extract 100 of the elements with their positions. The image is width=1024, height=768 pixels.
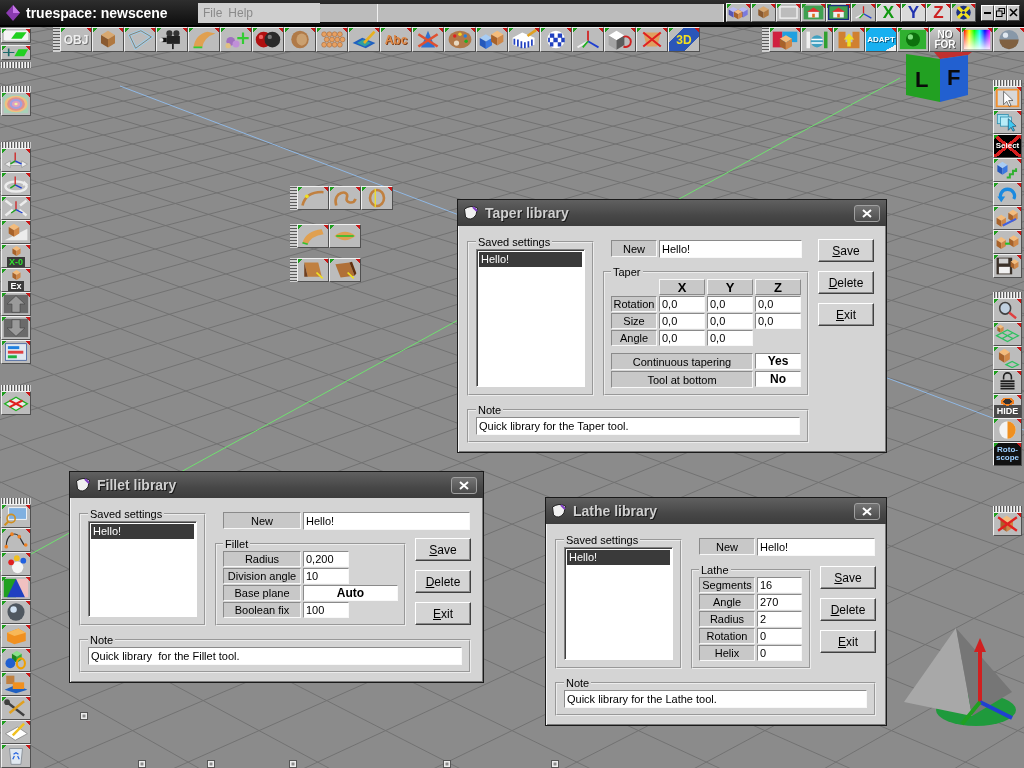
tool-button[interactable] <box>1 391 31 415</box>
tool-button[interactable] <box>444 27 476 52</box>
value-field[interactable]: 0,0 <box>755 296 801 312</box>
save-button[interactable]: Save <box>820 566 876 589</box>
toggle-button[interactable]: Yes <box>755 353 801 369</box>
tool-button[interactable] <box>993 206 1022 230</box>
delete-button[interactable]: Delete <box>820 598 876 621</box>
tool-button[interactable] <box>316 27 348 52</box>
drag-handle[interactable] <box>53 27 60 52</box>
tool-button[interactable] <box>1 316 31 340</box>
tool-button[interactable] <box>993 322 1022 346</box>
value-field[interactable]: 0 <box>757 645 802 661</box>
tool-button[interactable] <box>329 186 361 210</box>
value-field[interactable]: 270 <box>757 594 802 610</box>
tool-button[interactable] <box>1 600 31 624</box>
tool-button[interactable] <box>993 346 1022 370</box>
value-field[interactable]: 10 <box>303 568 349 584</box>
tool-button[interactable] <box>993 298 1022 322</box>
tool-button[interactable] <box>993 370 1022 394</box>
list-item[interactable]: Hello! <box>567 550 670 565</box>
value-field[interactable]: 100 <box>303 602 349 618</box>
value-field[interactable]: 0,0 <box>707 330 753 346</box>
tool-button[interactable]: Z <box>926 3 951 22</box>
tool-button[interactable] <box>1 720 31 744</box>
tool-button[interactable] <box>1 696 31 720</box>
value-field[interactable]: 16 <box>757 577 802 593</box>
tool-button[interactable] <box>993 158 1022 182</box>
value-field[interactable]: 2 <box>757 611 802 627</box>
tool-button[interactable] <box>751 3 776 22</box>
choice-button[interactable]: Auto <box>303 585 398 601</box>
tool-button[interactable] <box>1 624 31 648</box>
value-field[interactable]: 0,0 <box>707 313 753 329</box>
tool-button[interactable] <box>993 86 1022 110</box>
tool-button[interactable] <box>897 27 929 52</box>
drag-handle[interactable] <box>1 86 31 92</box>
drag-handle[interactable] <box>290 224 297 248</box>
value-field[interactable]: 0,200 <box>303 551 349 567</box>
tool-button[interactable] <box>1 552 31 576</box>
drag-handle[interactable] <box>1 142 31 148</box>
tool-button[interactable] <box>156 27 188 52</box>
tool-button[interactable]: 3D <box>668 27 700 52</box>
tool-button[interactable] <box>540 27 572 52</box>
value-field[interactable]: 0,0 <box>707 296 753 312</box>
tool-button[interactable] <box>993 182 1022 206</box>
drag-handle[interactable] <box>993 506 1022 512</box>
value-field[interactable]: 0,0 <box>755 313 801 329</box>
tool-button[interactable] <box>1 504 31 528</box>
name-field[interactable]: Hello! <box>757 538 875 556</box>
tool-button[interactable] <box>776 3 801 22</box>
name-field[interactable]: Hello! <box>303 512 470 530</box>
tool-button[interactable] <box>1 220 31 244</box>
value-field[interactable]: 0 <box>757 628 802 644</box>
tool-button[interactable] <box>993 418 1022 442</box>
drag-handle[interactable] <box>290 258 297 282</box>
close-button[interactable] <box>854 204 880 222</box>
tool-button[interactable] <box>826 3 851 22</box>
restore-button[interactable] <box>994 4 1007 21</box>
tool-button[interactable] <box>769 27 801 52</box>
tool-button[interactable] <box>1 148 31 172</box>
exit-button[interactable]: Exit <box>820 630 876 653</box>
note-field[interactable]: Quick library for the Fillet tool. <box>88 647 462 665</box>
tool-button[interactable] <box>1 292 31 316</box>
tool-button[interactable] <box>92 27 124 52</box>
tool-button[interactable] <box>851 3 876 22</box>
tool-button[interactable] <box>1 672 31 696</box>
tool-button[interactable] <box>993 254 1022 278</box>
tool-button[interactable] <box>1 744 31 768</box>
drag-handle[interactable] <box>1 62 31 68</box>
value-field[interactable]: 0,0 <box>659 296 705 312</box>
tool-button[interactable] <box>1 196 31 220</box>
close-button[interactable] <box>854 502 880 520</box>
value-field[interactable]: 0,0 <box>659 313 705 329</box>
tool-button[interactable] <box>961 27 993 52</box>
delete-button[interactable]: Delete <box>415 570 471 593</box>
tool-button[interactable] <box>348 27 380 52</box>
tool-button[interactable] <box>1 28 31 43</box>
tool-button[interactable] <box>508 27 540 52</box>
tool-button[interactable] <box>412 27 444 52</box>
tool-button[interactable] <box>993 27 1024 52</box>
tool-button[interactable] <box>572 27 604 52</box>
drag-handle[interactable] <box>762 27 769 52</box>
tool-button[interactable] <box>1 92 31 116</box>
exit-button[interactable]: Exit <box>415 602 471 625</box>
tool-button[interactable] <box>329 258 361 282</box>
tool-button[interactable] <box>993 230 1022 254</box>
tool-button[interactable] <box>297 224 329 248</box>
drag-handle[interactable] <box>1 498 31 504</box>
tool-button[interactable] <box>1 45 31 60</box>
tool-button[interactable] <box>833 27 865 52</box>
view-cube[interactable]: L F <box>904 52 972 102</box>
save-button[interactable]: Save <box>415 538 471 561</box>
tool-button[interactable] <box>1 340 31 364</box>
tool-button[interactable]: Ex <box>1 268 31 292</box>
tool-button[interactable] <box>636 27 668 52</box>
drag-handle[interactable] <box>993 80 1022 86</box>
note-field[interactable]: Quick library for the Lathe tool. <box>564 690 867 708</box>
tool-button[interactable] <box>476 27 508 52</box>
tool-button[interactable] <box>1 576 31 600</box>
tool-button[interactable] <box>951 3 976 22</box>
name-field[interactable]: Hello! <box>659 240 802 258</box>
